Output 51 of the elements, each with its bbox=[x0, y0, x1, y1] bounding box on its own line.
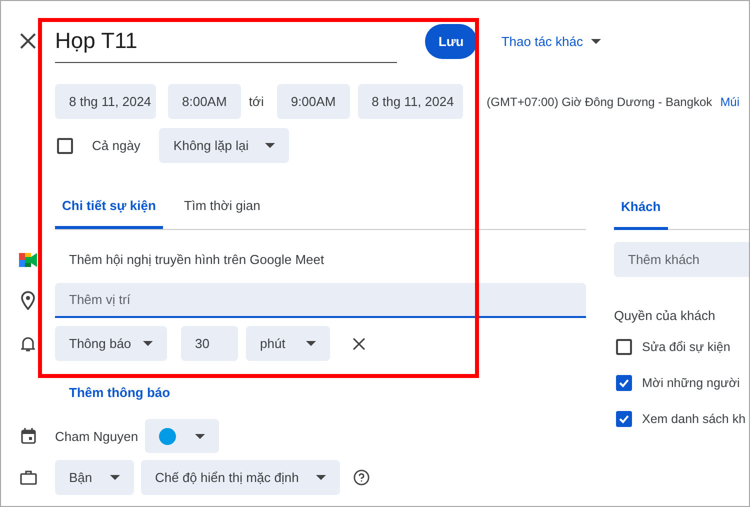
permission-label: Sửa đổi sự kiện bbox=[642, 340, 730, 354]
bell-icon bbox=[21, 336, 35, 352]
all-day-checkbox[interactable] bbox=[57, 138, 73, 154]
separator-text: tới bbox=[248, 94, 264, 109]
caret-icon bbox=[265, 143, 276, 148]
save-button[interactable]: Lưu bbox=[424, 24, 478, 58]
notification-unit-dropdown[interactable]: phút bbox=[246, 326, 330, 361]
timezone-text: (GMT+07:00) Giờ Đông Dương - Bangkok bbox=[486, 94, 712, 108]
check-icon bbox=[618, 377, 630, 389]
tab[interactable]: Chi tiết sự kiện bbox=[55, 185, 163, 229]
video-camera-icon bbox=[19, 252, 37, 266]
add-guests-field[interactable]: Thêm khách bbox=[614, 242, 749, 277]
location-field[interactable]: Thêm vị trí bbox=[55, 283, 586, 318]
permission-checkbox[interactable] bbox=[616, 339, 632, 355]
permission-checkbox[interactable] bbox=[616, 411, 632, 427]
calendar-color-dropdown[interactable] bbox=[145, 419, 220, 453]
timezone-link[interactable]: Múi bbox=[720, 94, 740, 108]
permission-label: Mời những người bbox=[642, 376, 740, 390]
title-field[interactable]: Họp T11 bbox=[55, 19, 397, 63]
caret-icon bbox=[591, 38, 601, 44]
guest-permissions-title: Quyền của khách bbox=[614, 308, 716, 322]
permission-label: Xem danh sách kh bbox=[642, 412, 746, 426]
notification-amount-field[interactable]: 30 bbox=[181, 326, 238, 361]
add-notification-link[interactable]: Thêm thông báo bbox=[69, 384, 170, 400]
calendar-icon bbox=[20, 428, 36, 444]
more-actions-button[interactable]: Thao tác khác bbox=[501, 34, 601, 48]
end-time-button[interactable]: 9:00AM bbox=[276, 84, 350, 119]
caret-icon bbox=[306, 341, 316, 346]
close-icon[interactable] bbox=[19, 32, 37, 50]
guests-tab[interactable]: Khách bbox=[614, 186, 668, 230]
google-meet-link[interactable]: Thêm hội nghị truyền hình trên Google Meet bbox=[69, 252, 324, 267]
caret-icon bbox=[143, 341, 153, 346]
location-pin-icon bbox=[21, 291, 35, 310]
permission-checkbox[interactable] bbox=[616, 375, 632, 391]
visibility-dropdown[interactable]: Chế độ hiển thị mặc định bbox=[141, 460, 340, 495]
check-icon bbox=[618, 413, 630, 425]
caret-icon bbox=[195, 434, 206, 438]
start-time-button[interactable]: 8:00AM bbox=[168, 84, 241, 119]
all-day-label: Cả ngày bbox=[92, 138, 140, 153]
tab[interactable]: Tìm thời gian bbox=[176, 185, 268, 229]
caret-icon bbox=[316, 475, 326, 480]
notification-type-dropdown[interactable]: Thông báo bbox=[55, 326, 167, 361]
start-date-button[interactable]: 8 thg 11, 2024 bbox=[55, 84, 156, 119]
end-date-button[interactable]: 8 thg 11, 2024 bbox=[358, 84, 463, 119]
close-icon[interactable] bbox=[352, 336, 366, 350]
help-icon[interactable] bbox=[353, 469, 370, 486]
repeat-dropdown[interactable]: Không lặp lại bbox=[159, 128, 290, 163]
availability-dropdown[interactable]: Bận bbox=[55, 460, 134, 495]
caret-icon bbox=[110, 475, 120, 480]
briefcase-icon bbox=[20, 470, 36, 485]
calendar-owner-text: Cham Nguyen bbox=[55, 428, 138, 444]
